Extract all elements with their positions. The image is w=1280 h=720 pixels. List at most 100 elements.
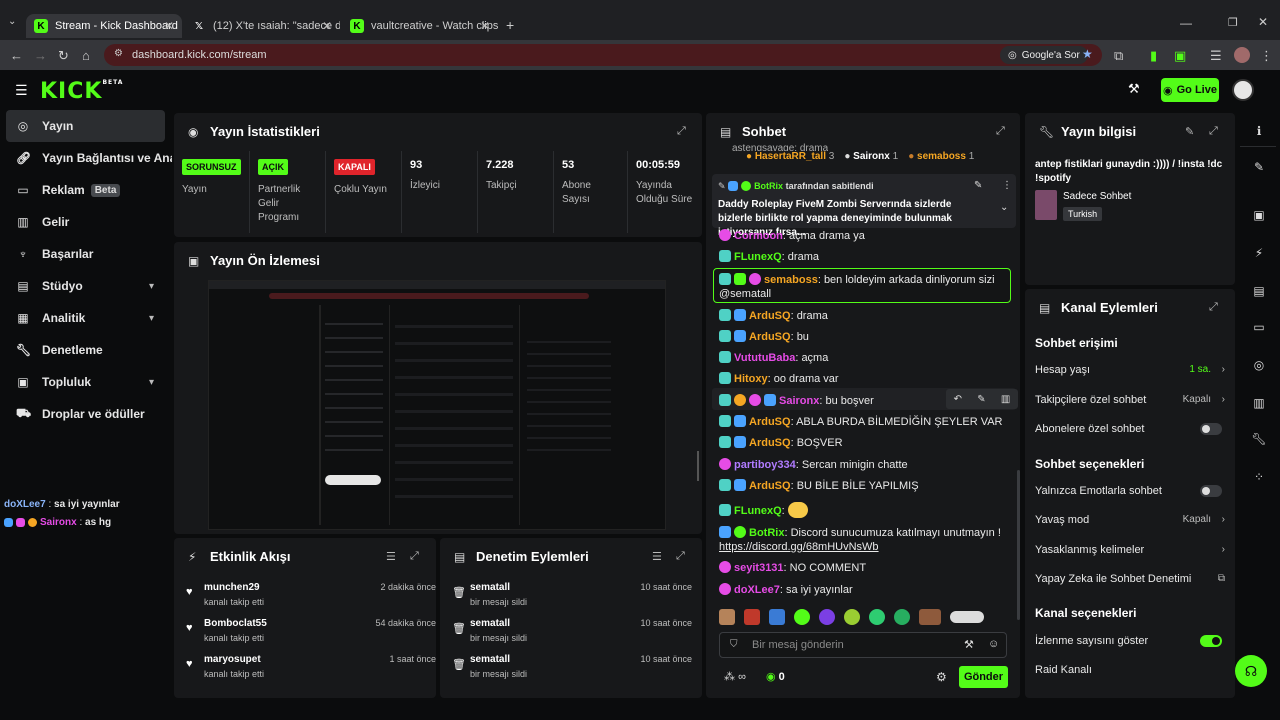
stream-icon[interactable]: ◎	[1248, 358, 1270, 372]
sidebar-item-basarilar[interactable]: ♆ Başarılar	[6, 238, 165, 270]
emote-icon[interactable]	[719, 609, 735, 625]
home-icon[interactable]: ⌂	[82, 48, 90, 63]
chat-username[interactable]: ArduSQ	[749, 331, 791, 343]
preview-icon[interactable]: ▣	[1248, 208, 1270, 222]
activity-user[interactable]: maryosupet	[204, 654, 261, 665]
top-gifter[interactable]: ● Saironx 1	[844, 151, 898, 162]
sidebar-item-droplar[interactable]: ⛟ Droplar ve ödüller	[6, 398, 165, 430]
info-icon[interactable]: ℹ	[1248, 124, 1270, 138]
chat-message[interactable]: ArduSQ: BOŞVER	[719, 436, 843, 449]
chat-username[interactable]: seyit3131	[734, 562, 784, 574]
pinned-message[interactable]: ✎ BotRix tarafından sabitlendi ✎ ⋮ Daddy…	[712, 174, 1016, 238]
emote-icon[interactable]	[794, 609, 810, 625]
chat-username[interactable]: partiboy334	[734, 459, 796, 471]
setting-followers-only[interactable]: Takipçilere özel sohbet Kapalı ›	[1035, 394, 1225, 406]
filter-icon[interactable]: ☰	[386, 550, 396, 563]
sidebar-item-analitik[interactable]: ▦ Analitik ▾	[6, 302, 165, 334]
chat-message[interactable]: Cormoon: açma drama ya	[719, 229, 865, 242]
chat-message[interactable]: doXLee7: sa iyi yayınlar	[719, 583, 853, 596]
emote-icon[interactable]	[819, 609, 835, 625]
more-menu-icon[interactable]: ⋮	[1260, 48, 1273, 64]
activity-user[interactable]: Bomboclat55	[204, 618, 267, 629]
emote-icon[interactable]	[894, 609, 910, 625]
emote-icon[interactable]	[744, 609, 760, 625]
extension-icon[interactable]: ▮	[1150, 48, 1157, 64]
chat-username[interactable]: semaboss	[764, 274, 818, 286]
sidebar-item-reklam[interactable]: ▭ Reklam Beta	[6, 174, 165, 206]
chat-username[interactable]: ArduSQ	[749, 416, 791, 428]
points-counter[interactable]: ◉ 0	[766, 670, 785, 683]
expand-icon[interactable]: ⤢	[996, 125, 1005, 138]
chat-username[interactable]: FLunexQ	[734, 251, 782, 263]
window-close-icon[interactable]: ✕	[1258, 15, 1268, 29]
chat-icon[interactable]: ▭	[1248, 320, 1270, 334]
mod-user[interactable]: sematall	[470, 618, 510, 629]
chat-scrollbar[interactable]	[1017, 470, 1020, 620]
setting-ai-moderation[interactable]: Yapay Zeka ile Sohbet Denetimi ⧉	[1035, 573, 1225, 585]
profile-avatar[interactable]	[1234, 47, 1250, 63]
chat-username[interactable]: FLunexQ	[734, 505, 782, 517]
chat-message[interactable]: Saironx: bu boşver	[719, 394, 874, 407]
emote-icon[interactable]	[869, 609, 885, 625]
user-avatar[interactable]	[1232, 79, 1254, 101]
category-thumbnail[interactable]	[1035, 190, 1057, 220]
new-tab-icon[interactable]: +	[506, 17, 514, 33]
subscribers-only-toggle[interactable]	[1200, 423, 1222, 435]
emote-only-toggle[interactable]	[1200, 485, 1222, 497]
emote-icon[interactable]	[950, 611, 984, 623]
chat-message[interactable]: seyit3131: NO COMMENT	[719, 561, 866, 574]
setting-banned-words[interactable]: Yasaklanmış kelimeler ›	[1035, 544, 1225, 556]
go-live-button[interactable]: ◉ Go Live	[1161, 78, 1219, 102]
category-name[interactable]: Sadece Sohbet	[1063, 191, 1131, 202]
browser-tab-kick-dashboard[interactable]: K Stream - Kick Dashboard ✕	[26, 14, 182, 38]
hamburger-menu-icon[interactable]: ☰	[15, 82, 28, 99]
browser-tab-x[interactable]: 𝕏 (12) X'te ısaiah: "sadece ddrpyic ✕	[184, 14, 340, 38]
chat-username[interactable]: ArduSQ	[749, 310, 791, 322]
trash-icon[interactable]: ▥	[1001, 394, 1010, 405]
reading-list-icon[interactable]: ☰	[1210, 48, 1222, 64]
emote-icon[interactable]	[844, 609, 860, 625]
extensions-icon[interactable]: ⧉	[1114, 48, 1123, 64]
chat-username[interactable]: BotRix	[749, 527, 784, 539]
edit-icon[interactable]: ✎	[1185, 125, 1194, 138]
google-ask-button[interactable]: ◎ Google'a Sor	[1000, 46, 1088, 64]
forward-icon[interactable]: →	[34, 48, 47, 63]
viewer-multiplier[interactable]: ⁂ ∞	[724, 670, 746, 683]
support-button[interactable]: ☊	[1235, 655, 1267, 687]
emoji-icon[interactable]: ☺	[988, 638, 999, 650]
edit-icon[interactable]: ✎	[1248, 160, 1270, 174]
filter-icon[interactable]: ☰	[652, 550, 662, 563]
gear-icon[interactable]: ⚙	[936, 670, 947, 684]
mod-user[interactable]: sematall	[470, 582, 510, 593]
activity-user[interactable]: munchen29	[204, 582, 260, 593]
sidebar-item-yayin[interactable]: ◎ Yayın	[6, 110, 165, 142]
chat-message[interactable]: FLunexQ: drama	[719, 250, 819, 263]
minimize-icon[interactable]: —	[1180, 16, 1192, 30]
chat-input[interactable]: ⛉ Bir mesaj gönderin ⚒ ☺	[719, 632, 1007, 658]
stream-tag[interactable]: Turkish	[1063, 207, 1103, 221]
chat-message[interactable]: ArduSQ: drama	[719, 309, 828, 322]
chat-message[interactable]: ArduSQ: bu	[719, 330, 809, 343]
sidebar-item-gelir[interactable]: ▥ Gelir	[6, 206, 165, 238]
moderation-icon[interactable]: ▤	[1248, 284, 1270, 298]
chat-link[interactable]: https://discord.gg/68mHUvNsWb	[719, 541, 879, 553]
pin-icon[interactable]: ✎	[977, 394, 985, 405]
channel-icon[interactable]: ▥	[1248, 396, 1270, 410]
restore-icon[interactable]: ❐	[1228, 16, 1238, 29]
discord-link[interactable]: https://discord.gg/68mHUvNsWb	[719, 541, 879, 553]
chevron-down-icon[interactable]: ⌄	[1000, 202, 1008, 213]
sidebar-item-topluluk[interactable]: ▣ Topluluk ▾	[6, 366, 165, 398]
chat-message[interactable]: VututuBaba: açma	[719, 351, 828, 364]
sidebar-item-denetleme[interactable]: 🔧︎ Denetleme	[6, 334, 165, 366]
send-button[interactable]: Gönder	[959, 666, 1008, 688]
sidebar-item-stream-key[interactable]: 🔗︎ Yayın Bağlantısı ve Anahtarı	[6, 142, 172, 174]
setting-account-age[interactable]: Hesap yaşı 1 sa. ›	[1035, 364, 1225, 376]
expand-icon[interactable]: ⤢	[410, 550, 419, 563]
close-icon[interactable]: ✕	[322, 19, 332, 33]
site-info-icon[interactable]: ⚙	[114, 48, 123, 59]
top-gifter[interactable]: ● semaboss 1	[908, 151, 974, 162]
tab-list-chevron-icon[interactable]: ⌄	[8, 16, 16, 27]
chat-username[interactable]: ArduSQ	[749, 437, 791, 449]
setting-slow-mode[interactable]: Yavaş mod Kapalı ›	[1035, 514, 1225, 526]
show-viewcount-toggle[interactable]	[1200, 635, 1222, 647]
